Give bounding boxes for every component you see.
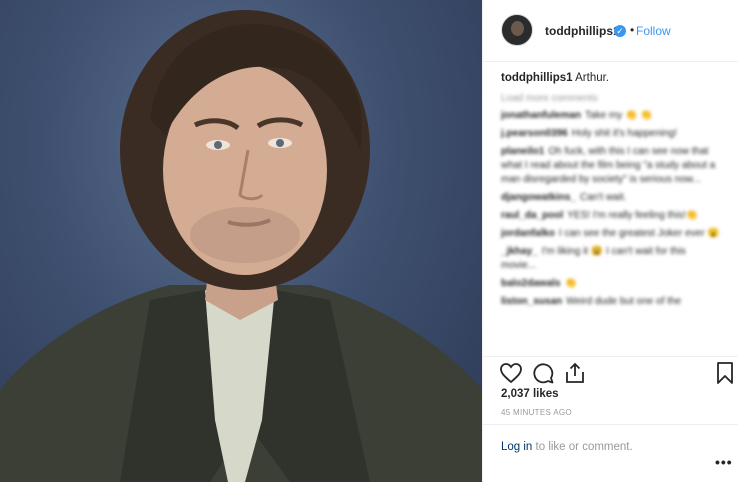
separator-dot: • — [630, 23, 635, 37]
comments-list: Load more comments jonathanfuleman Take m… — [501, 92, 723, 354]
follow-button[interactable]: Follow — [636, 24, 671, 38]
comment-item: j.pearson0396 Holy shit it's happening! — [501, 127, 723, 141]
comment-item: planeilo1 Oh fuck, with this I can see no… — [501, 145, 723, 187]
bookmark-icon[interactable] — [713, 361, 737, 385]
comment-username[interactable]: jordanfalko — [501, 228, 555, 239]
comment-item: raul_da_pool YES! I'm really feeling this… — [501, 209, 723, 223]
comment-username[interactable]: balo2dawals — [501, 278, 560, 289]
comment-text: Take my 👏 👏 — [585, 110, 653, 121]
comment-text: Weird dude but one of the — [566, 296, 682, 307]
login-link[interactable]: Log in — [501, 441, 532, 453]
comment-item: jordanfalko I can see the greatest Joker … — [501, 227, 723, 241]
like-count[interactable]: 2,037 likes — [501, 388, 559, 400]
comment-item: balo2dawals 👏 — [501, 277, 723, 291]
comment-text: YES! I'm really feeling this!👏 — [567, 210, 699, 221]
comment-item: jonathanfuleman Take my 👏 👏 — [501, 109, 723, 123]
share-icon[interactable] — [563, 361, 587, 385]
avatar[interactable] — [501, 14, 533, 46]
post-side-panel: toddphillips1 ✓ • Follow toddphillips1 A… — [482, 0, 738, 482]
login-prompt-rest: to like or comment. — [532, 441, 633, 453]
comment-username[interactable]: raul_da_pool — [501, 210, 563, 221]
login-prompt: Log in to like or comment. — [483, 424, 738, 468]
comment-item: liston_susan Weird dude but one of the — [501, 295, 723, 309]
caption-text: Arthur. — [575, 72, 610, 84]
comment-text: 👏 — [564, 278, 577, 289]
post-photo[interactable] — [0, 0, 482, 482]
login-prompt-text: Log in to like or comment. — [501, 441, 633, 453]
comment-username[interactable]: jonathanfuleman — [501, 110, 581, 121]
comment-username[interactable]: j.pearson0396 — [501, 128, 568, 139]
post-timestamp[interactable]: 45 MINUTES AGO — [501, 408, 572, 417]
comment-item: djangowatkins_ Can't wait. — [501, 191, 723, 205]
post-header: toddphillips1 ✓ • Follow — [483, 0, 738, 62]
post-caption: toddphillips1 Arthur. — [501, 72, 609, 84]
comment-item: _jkhay_ I'm liking it 😫 I can't wait for … — [501, 245, 723, 273]
verified-badge-icon: ✓ — [614, 25, 626, 37]
comment-text: I can see the greatest Joker ever 😮 — [558, 228, 720, 239]
more-options-icon[interactable]: ••• — [715, 454, 733, 470]
load-more-comments[interactable]: Load more comments — [501, 92, 723, 106]
action-bar — [483, 356, 738, 390]
comment-icon[interactable] — [531, 361, 555, 385]
heart-icon[interactable] — [499, 361, 523, 385]
comment-username[interactable]: liston_susan — [501, 296, 562, 307]
username-link[interactable]: toddphillips1 — [545, 24, 620, 38]
portrait-illustration — [0, 10, 482, 482]
comment-username[interactable]: djangowatkins_ — [501, 192, 576, 203]
comment-username[interactable]: planeilo1 — [501, 146, 544, 157]
comment-username[interactable]: _jkhay_ — [501, 246, 538, 257]
caption-username[interactable]: toddphillips1 — [501, 72, 573, 84]
comment-text: Can't wait. — [580, 192, 627, 203]
comment-text: Holy shit it's happening! — [571, 128, 678, 139]
